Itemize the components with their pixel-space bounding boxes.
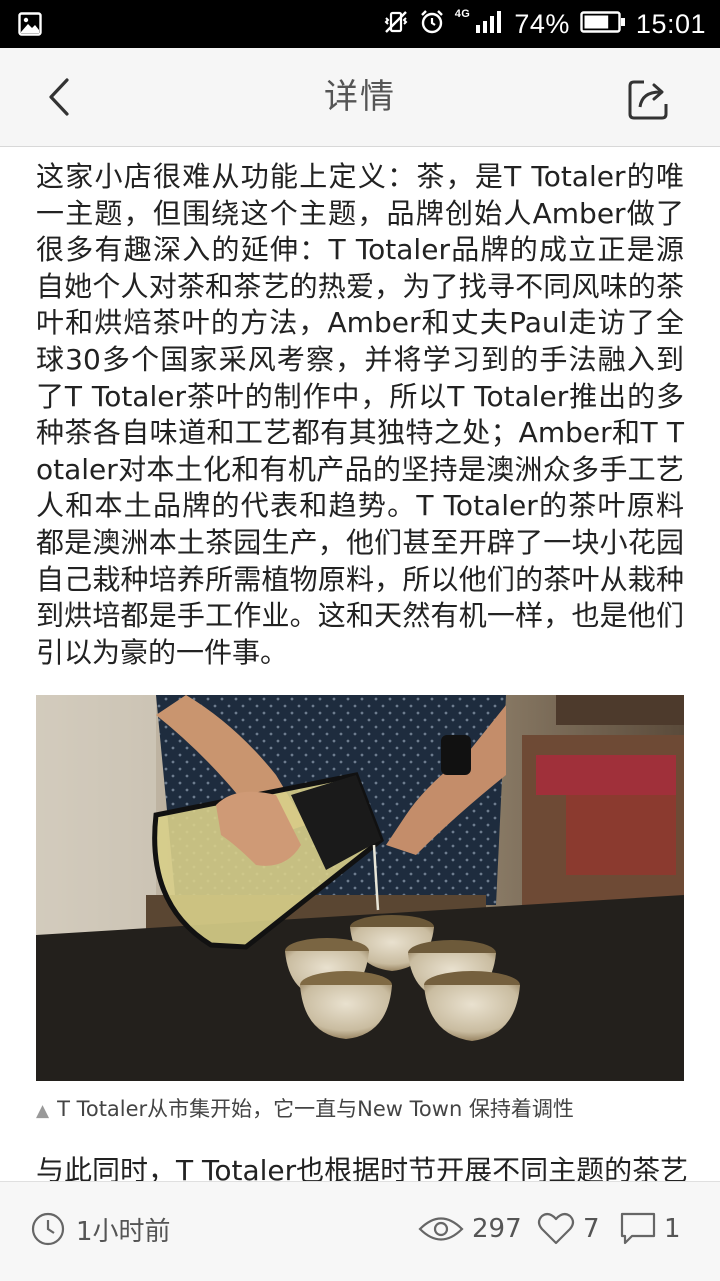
comments-value: 1 — [664, 1214, 681, 1244]
page-title: 详情 — [324, 77, 396, 117]
eye-icon — [418, 1217, 464, 1241]
comment-icon — [620, 1212, 656, 1245]
alarm-icon — [419, 9, 445, 40]
article-content[interactable]: 这家小店很难从功能上定义：茶，是T Totaler的唯一主题，但围绕这个主题，品… — [0, 147, 720, 1181]
status-bar: 4G 74% 15:01 — [0, 0, 720, 48]
network-type: 4G — [454, 8, 471, 20]
heart-icon — [537, 1212, 575, 1245]
battery-icon — [580, 10, 626, 39]
article-photo-tea-pouring[interactable] — [36, 695, 684, 1082]
time-ago: 1小时前 — [76, 1216, 171, 1247]
chevron-left-icon — [49, 78, 69, 116]
article-paragraph-next: 与此同时，T Totaler也根据时节开展不同主题的茶艺 — [36, 1154, 689, 1181]
vibrate-off-icon — [383, 9, 409, 40]
signal-icon — [474, 9, 504, 40]
views-value: 297 — [472, 1214, 522, 1244]
photo-caption: ▲ T Totaler从市集开始，它一直与New Town 保持着调性 — [0, 1081, 720, 1127]
view-count: 297 — [418, 1182, 522, 1276]
battery-percent: 74% — [514, 8, 570, 39]
caption-marker: ▲ — [36, 1101, 50, 1122]
article-paragraph: 这家小店很难从功能上定义：茶，是T Totaler的唯一主题，但围绕这个主题，品… — [36, 160, 684, 669]
back-button[interactable] — [36, 72, 86, 122]
clock: 15:01 — [635, 8, 706, 39]
likes-value: 7 — [583, 1214, 600, 1244]
status-icons: 4G 74% 15:01 — [383, 0, 706, 48]
comment-button[interactable]: 1 — [620, 1182, 681, 1276]
like-button[interactable]: 7 — [537, 1182, 600, 1276]
bottom-info-bar: 1小时前 297 7 1 — [0, 1181, 720, 1281]
publish-time: 1小时前 — [30, 1182, 171, 1276]
share-button[interactable] — [624, 74, 674, 124]
image-notification-icon — [18, 12, 42, 36]
caption-text: T Totaler从市集开始，它一直与New Town 保持着调性 — [57, 1097, 574, 1122]
clock-icon — [31, 1212, 65, 1246]
share-icon — [628, 80, 668, 120]
top-nav-bar: 详情 — [0, 48, 720, 147]
